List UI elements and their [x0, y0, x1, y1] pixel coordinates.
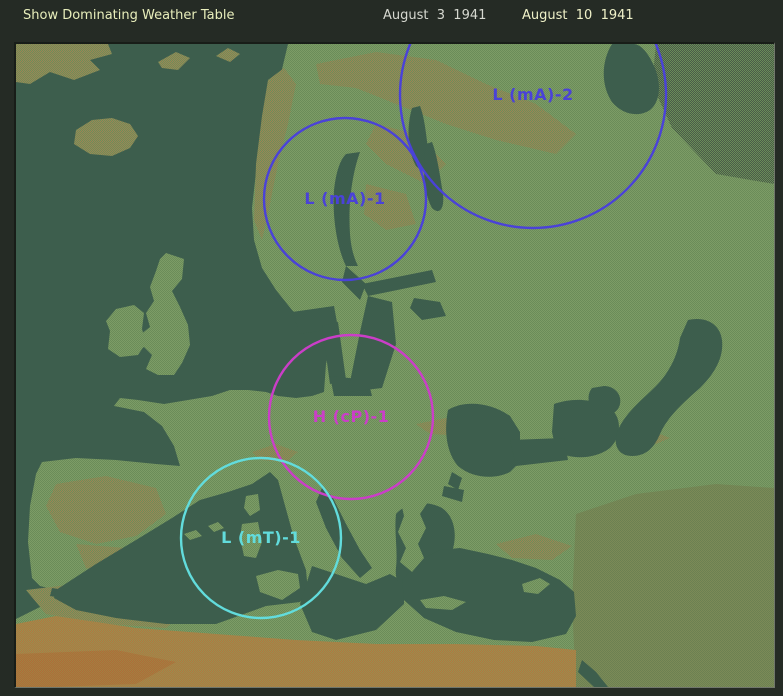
weather-system-label: L (mT)-1 — [221, 528, 301, 547]
header-bar: Show Dominating Weather Table August 3 1… — [0, 0, 783, 42]
week-end-date: August 10 1941 — [522, 8, 634, 23]
show-weather-table-link[interactable]: Show Dominating Weather Table — [23, 8, 234, 23]
weather-system-label: L (mA)-1 — [304, 189, 385, 208]
weather-map[interactable]: L (mA)-2 L (mA)-1 H (cP)-1 L (mT)-1 — [14, 42, 775, 688]
weather-system-label: L (mA)-2 — [492, 85, 573, 104]
europe-weather-svg: L (mA)-2 L (mA)-1 H (cP)-1 L (mT)-1 — [16, 44, 774, 687]
middle-east-steppe — [572, 484, 774, 687]
week-start-date: August 3 1941 — [383, 8, 487, 23]
weather-system-label: H (cP)-1 — [313, 407, 390, 426]
